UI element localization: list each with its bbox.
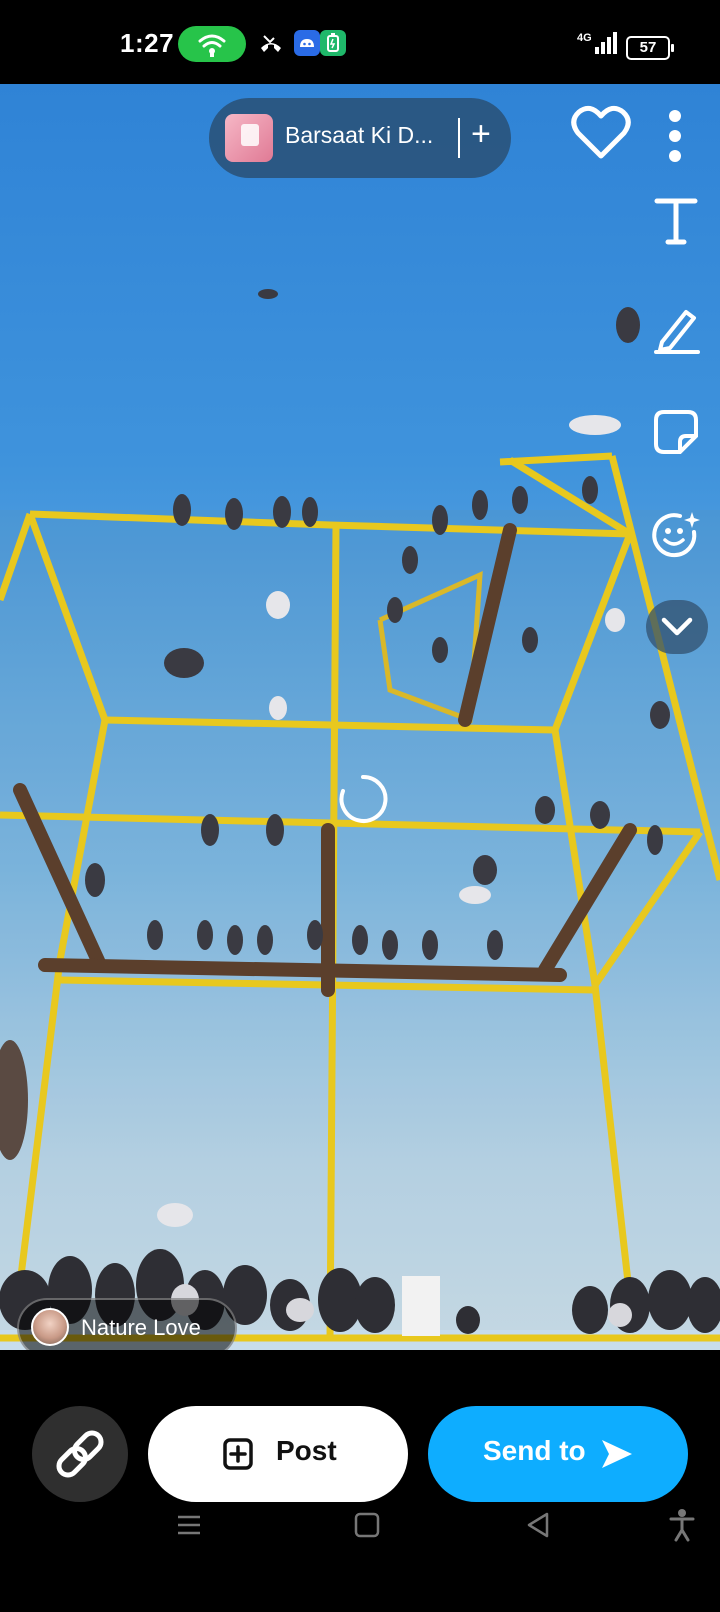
draw-pencil-icon[interactable]	[652, 304, 702, 359]
more-vertical-icon[interactable]	[667, 108, 683, 169]
send-to-button[interactable]: Send to	[428, 1406, 688, 1502]
chevron-down-icon[interactable]	[646, 600, 708, 654]
home-square-icon[interactable]	[354, 1512, 380, 1543]
music-track-title: Barsaat Ki D...	[285, 122, 434, 148]
avatar	[31, 1308, 69, 1346]
hotspot-icon	[178, 26, 246, 62]
post-label: Post	[276, 1435, 337, 1466]
music-add-button[interactable]: +	[471, 114, 491, 154]
music-divider	[458, 118, 460, 158]
profile-name: Nature Love	[81, 1315, 201, 1340]
loading-spinner-icon	[337, 773, 389, 825]
network-type-label: 4G	[577, 32, 592, 44]
send-arrow-icon	[602, 1440, 632, 1468]
lens-smile-sparkle-icon[interactable]	[650, 508, 704, 567]
send-to-label: Send to	[483, 1435, 586, 1466]
link-icon	[56, 1430, 104, 1478]
add-square-icon	[223, 1438, 253, 1470]
pigeon-cage-photo	[0, 289, 720, 1342]
post-button[interactable]: Post	[148, 1406, 408, 1502]
snap-photo-preview[interactable]	[0, 84, 720, 1350]
battery-saver-icon	[320, 30, 346, 56]
missed-call-icon	[258, 32, 284, 59]
menu-icon[interactable]	[176, 1512, 202, 1543]
battery-level: 57	[639, 39, 657, 56]
status-time: 1:27	[120, 28, 175, 58]
android-app-icon	[294, 30, 320, 56]
music-track-pill[interactable]: Barsaat Ki D... +	[209, 98, 511, 178]
music-album-art	[225, 114, 273, 162]
signal-icon	[595, 32, 619, 54]
profile-chip[interactable]: Nature Love	[17, 1298, 237, 1358]
heart-icon[interactable]	[570, 104, 632, 167]
battery-icon: 57	[626, 36, 674, 60]
sticker-icon[interactable]	[652, 408, 700, 461]
text-tool-icon[interactable]	[653, 196, 699, 251]
link-button[interactable]	[32, 1406, 128, 1502]
status-bar: 1:27 4G 57	[0, 0, 720, 84]
back-triangle-icon[interactable]	[525, 1511, 551, 1544]
accessibility-icon[interactable]	[669, 1508, 695, 1547]
